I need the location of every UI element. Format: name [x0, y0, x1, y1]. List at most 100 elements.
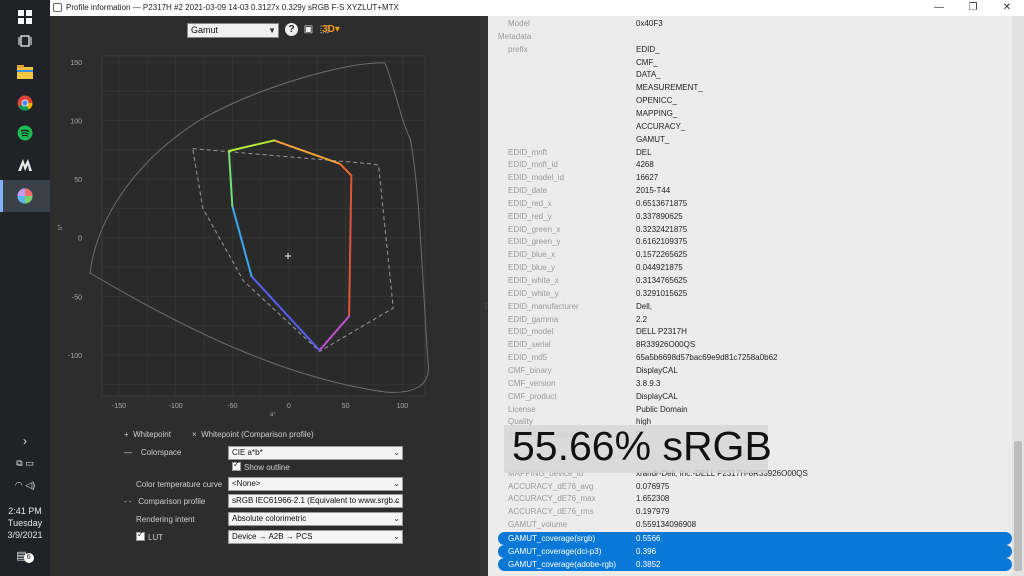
metadata-value: Dell, — [636, 301, 653, 311]
taskbar: › ⧉ ▭ ◠ ◁) 2:41 PM Tuesday 3/9/2021 ▤6 — [0, 0, 50, 576]
metadata-value: 0.337890625 — [636, 211, 683, 221]
metadata-row[interactable]: EDID_serial 8R33926O00QS — [488, 338, 1024, 351]
coverage-overlay-text: 55.66% sRGB — [512, 423, 772, 469]
metadata-key: EDID_model — [508, 327, 554, 337]
metadata-row[interactable]: prefix EDID_ — [488, 43, 1024, 56]
minimize-button[interactable]: — — [922, 0, 956, 16]
metadata-key: CMF_product — [508, 391, 557, 401]
metadata-row[interactable]: EDID_date 2015-T44 — [488, 184, 1024, 197]
scrollbar[interactable] — [1012, 16, 1024, 576]
metadata-row[interactable]: EDID_red_y 0.337890625 — [488, 210, 1024, 223]
file-explorer-icon[interactable] — [13, 60, 37, 84]
show-outline-checkbox[interactable]: Show outline — [232, 460, 290, 472]
x-tick-label: -50 — [227, 403, 237, 410]
tray-icons-2[interactable]: ◠ ◁) — [0, 480, 50, 491]
x-tick-label: -100 — [169, 403, 183, 410]
metadata-row[interactable]: EDID_blue_x 0.1572265625 — [488, 248, 1024, 261]
metadata-row-highlighted[interactable]: GAMUT_coverage(adobe-rgb) 0.3852 — [498, 558, 1012, 572]
notification-icon[interactable]: ▤6 — [0, 551, 50, 563]
metadata-key: prefix — [508, 44, 528, 54]
metadata-row-highlighted[interactable]: GAMUT_coverage(srgb) 0.5566 — [498, 532, 1012, 545]
comparison-profile-select[interactable]: sRGB IEC61966-2.1 (Equivalent to www.srg… — [228, 494, 403, 508]
metadata-row[interactable]: CMF_binary DisplayCAL — [488, 364, 1024, 377]
metadata-row[interactable]: EDID_manufacturer Dell, — [488, 300, 1024, 313]
spotify-icon[interactable] — [13, 121, 37, 145]
metadata-row[interactable]: License Public Domain — [488, 403, 1024, 416]
tray-chevron[interactable]: › — [0, 435, 50, 447]
scrollbar-thumb[interactable] — [1014, 441, 1022, 571]
metadata-row[interactable]: DATA_ — [488, 68, 1024, 81]
metadata-row[interactable]: EDID_white_x 0.3134765625 — [488, 274, 1024, 287]
metadata-row[interactable]: EDID_white_y 0.3291015625 — [488, 287, 1024, 300]
metadata-pane: Model 0x40F3 Metadata prefix EDID_ CMF_ DATA_ M… — [488, 16, 1024, 576]
metadata-value: DELL P2317H — [636, 327, 687, 337]
metadata-row[interactable]: EDID_green_y 0.6162109375 — [488, 235, 1024, 248]
metadata-row[interactable]: ACCURACY_dE76_rms 0.197979 — [488, 505, 1024, 518]
metadata-value: 0.3134765625 — [636, 276, 688, 285]
metadata-row[interactable]: EDID_green_x 0.3232421875 — [488, 223, 1024, 236]
metadata-row[interactable]: ACCURACY_ — [488, 120, 1024, 133]
battery-icon[interactable]: ▭ — [25, 458, 34, 468]
metadata-key: EDID_red_x — [508, 198, 552, 208]
metadata-row[interactable]: GAMUT_ — [488, 133, 1024, 146]
volume-icon[interactable]: ◁) — [25, 480, 35, 490]
metadata-row[interactable]: EDID_blue_y 0.044921875 — [488, 261, 1024, 274]
y-tick-label: 150 — [70, 60, 82, 67]
metadata-value: DATA_ — [636, 70, 661, 80]
metadata-row[interactable]: CMF_product DisplayCAL — [488, 390, 1024, 403]
metadata-row[interactable]: EDID_model DELL P2317H — [488, 325, 1024, 338]
checkbox-icon[interactable] — [136, 530, 145, 542]
metadata-value: EDID_ — [636, 44, 660, 54]
lut-checkbox[interactable]: LUT — [136, 530, 163, 542]
metadata-row[interactable]: EDID_mnft_id 4268 — [488, 158, 1024, 171]
comparison-profile-label: - - Comparison profile — [124, 497, 206, 506]
device-icon[interactable]: ⧉ — [16, 458, 22, 468]
lut-select[interactable]: Device → A2B → PCS ⌄ — [228, 530, 403, 544]
metadata-row[interactable]: EDID_mnft DEL — [488, 146, 1024, 159]
chrome-icon[interactable] — [13, 91, 37, 115]
metadata-row-highlighted[interactable]: GAMUT_coverage(dci-p3) 0.396 — [498, 545, 1012, 559]
color-temp-select[interactable]: <None> ⌄ — [228, 477, 403, 491]
metadata-row[interactable]: ACCURACY_dE76_max 1.652308 — [488, 492, 1024, 505]
close-button[interactable]: ✕ — [990, 0, 1024, 16]
line-legend-icon: — — [124, 448, 132, 457]
checkbox-icon[interactable] — [232, 460, 241, 472]
metadata-value: 0x40F3 — [636, 19, 663, 28]
metadata-row[interactable]: MAPPING_ — [488, 107, 1024, 120]
clock-time[interactable]: 2:41 PM — [0, 506, 50, 517]
wifi-icon[interactable]: ◠ — [15, 480, 23, 490]
metadata-row[interactable]: ACCURACY_dE76_avg 0.076975 — [488, 480, 1024, 493]
metadata-row[interactable]: CMF_version 3.8.9.3 — [488, 377, 1024, 390]
metadata-row[interactable]: MEASUREMENT_ — [488, 81, 1024, 94]
x-tick-label: 100 — [396, 403, 408, 410]
task-view-icon[interactable] — [13, 29, 37, 53]
metadata-key: GAMUT_volume — [508, 520, 568, 530]
metadata-key: EDID_green_x — [508, 224, 561, 234]
legend-whitepoint: + Whitepoint — [124, 430, 171, 439]
metadata-value: 0.1572265625 — [636, 250, 688, 260]
displaycal-icon[interactable] — [13, 184, 37, 208]
metadata-key: ACCURACY_dE76_rms — [508, 507, 594, 517]
metadata-row[interactable]: GAMUT_volume 0.559134096908 — [488, 518, 1024, 531]
pane-splitter[interactable]: ⋮ — [480, 16, 490, 576]
metadata-row[interactable]: EDID_md5 65a5b6698d57bac69e9d81c7258a0b62 — [488, 351, 1024, 364]
metadata-row[interactable]: Model 0x40F3 — [488, 17, 1024, 30]
clock-day[interactable]: Tuesday — [0, 518, 50, 529]
metadata-value: 0.197979 — [636, 507, 670, 517]
windows-logo-icon[interactable] — [13, 5, 37, 29]
metadata-row[interactable]: Metadata — [488, 30, 1024, 43]
metadata-row[interactable]: CMF_ — [488, 56, 1024, 69]
tray-icons[interactable]: ⧉ ▭ — [0, 458, 50, 469]
maximize-button[interactable]: ❐ — [956, 0, 990, 16]
chevron-down-icon: ⌄ — [393, 532, 400, 541]
metadata-row[interactable]: EDID_model_id 16627 — [488, 171, 1024, 184]
clock-date[interactable]: 3/9/2021 — [0, 530, 50, 541]
rendering-intent-select[interactable]: Absolute colorimetric ⌄ — [228, 512, 403, 526]
metadata-row[interactable]: OPENICC_ — [488, 94, 1024, 107]
metadata-row[interactable]: EDID_red_x 0.6513671875 — [488, 197, 1024, 210]
metadata-value: 0.5566 — [636, 534, 661, 543]
colorspace-select[interactable]: CIE a*b* ⌄ — [228, 446, 403, 460]
metadata-value: MEASUREMENT_ — [636, 83, 703, 93]
app-m-icon[interactable] — [13, 153, 37, 177]
metadata-row[interactable]: EDID_gamma 2.2 — [488, 313, 1024, 326]
